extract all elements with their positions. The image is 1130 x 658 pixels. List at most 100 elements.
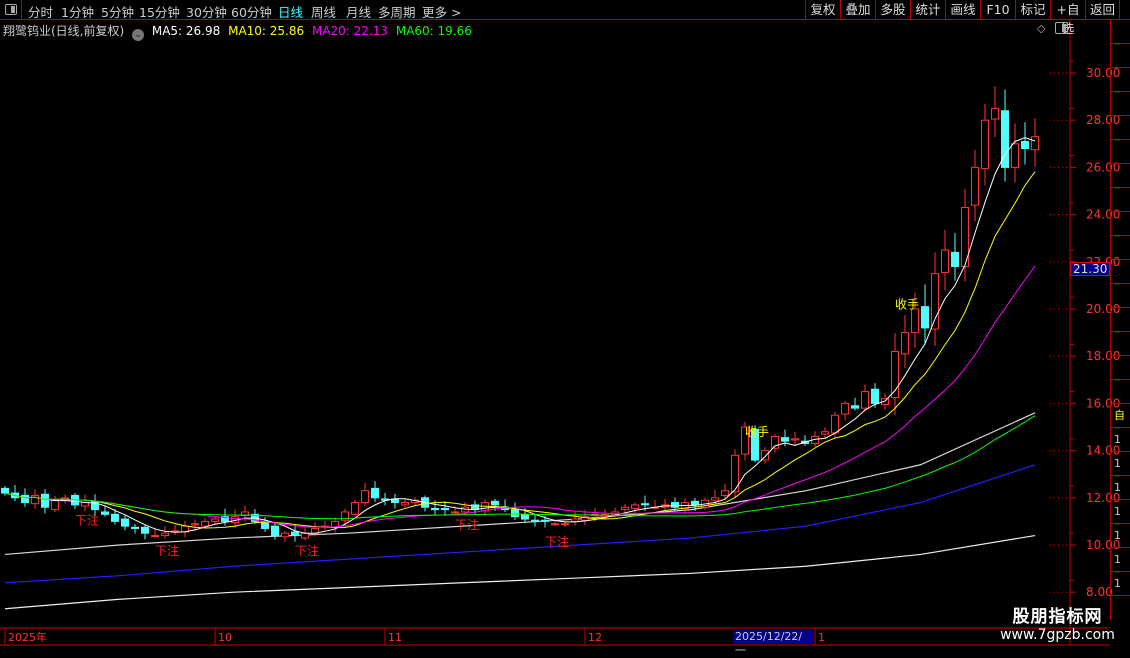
side-tab[interactable]: [1111, 44, 1130, 68]
side-tab[interactable]: [1111, 380, 1130, 404]
side-tab[interactable]: [1111, 116, 1130, 140]
candle-body: [941, 249, 949, 273]
chart-info-bar: 翔鹭钨业(日线,前复权) ⌄ MA5: 26.98 MA10: 25.86 MA…: [3, 22, 476, 41]
candle-body: [791, 438, 799, 441]
candle-body: [861, 391, 869, 409]
side-tab[interactable]: [1111, 164, 1130, 188]
period-tab-4[interactable]: 30分钟: [186, 2, 227, 21]
x-tick-label: 10: [218, 631, 232, 644]
period-tab-3[interactable]: 15分钟: [139, 2, 180, 21]
x-tick-label: 11: [388, 631, 402, 644]
side-tab[interactable]: [1111, 236, 1130, 260]
toolbar-button-0[interactable]: 复权: [805, 0, 840, 20]
side-tab[interactable]: [1111, 260, 1130, 284]
candle-body: [851, 405, 859, 409]
buy-signal-label: 下注: [455, 517, 479, 532]
candle-body: [831, 414, 839, 434]
candle-body: [911, 308, 919, 334]
side-item[interactable]: 1: [1111, 500, 1130, 524]
candle-body: [361, 490, 369, 504]
side-item[interactable]: 1: [1111, 476, 1130, 500]
chevron-down-icon[interactable]: ⌄: [132, 29, 145, 41]
toolbar-button-7[interactable]: +自选: [1050, 0, 1085, 36]
current-price-tag: 21.30: [1070, 262, 1110, 276]
candle-body: [1, 487, 9, 494]
top-toolbar: 分时 1分钟 5分钟 15分钟 30分钟 60分钟 日线 周线 月线 多周期 更多 > 复权 叠加 多股统…: [0, 0, 1130, 36]
candle-body: [191, 523, 199, 526]
candle-body: [1011, 143, 1019, 168]
candle-body: [31, 494, 39, 505]
candle-body: [351, 502, 359, 515]
candle-body: [821, 431, 829, 435]
candle-body: [21, 494, 29, 504]
candle-body: [951, 251, 959, 268]
candle-body: [51, 499, 59, 511]
diamond-icon[interactable]: ◇: [1037, 22, 1045, 35]
candle-body: [901, 332, 909, 355]
ma10-value: MA10: 25.86: [228, 24, 305, 38]
candle-body: [291, 531, 299, 537]
period-tab-9[interactable]: 多周期: [378, 2, 416, 21]
period-tab-10[interactable]: 更多 >: [422, 2, 461, 21]
x-tick-label: 12: [588, 631, 602, 644]
candle-body: [301, 532, 309, 539]
sell-signal-label: 收手: [895, 298, 919, 312]
x-tick-label: 1: [818, 631, 825, 644]
side-item[interactable]: 1: [1111, 452, 1130, 476]
candle-body: [871, 388, 879, 404]
period-tab-0[interactable]: 分时: [28, 2, 53, 21]
candle-body: [1031, 136, 1039, 151]
side-item[interactable]: 1: [1111, 524, 1130, 548]
side-item[interactable]: 1: [1111, 428, 1130, 452]
candle-body: [41, 493, 49, 508]
toolbar-button-8[interactable]: 返回: [1085, 0, 1120, 20]
toolbar-button-6[interactable]: 标记: [1015, 0, 1050, 20]
sidebar-toggle-button[interactable]: [0, 0, 22, 20]
toolbar-button-5[interactable]: F10: [980, 0, 1015, 20]
buy-signal-label: 下注: [295, 543, 319, 558]
side-tab[interactable]: [1111, 68, 1130, 92]
candle-body: [511, 509, 519, 518]
side-tab[interactable]: [1111, 20, 1130, 44]
panel-icon: [5, 4, 17, 15]
candle-body: [631, 504, 639, 509]
toolbar-button-1[interactable]: 叠加: [840, 0, 875, 20]
candle-body: [561, 523, 569, 526]
stock-title: 翔鹭钨业(日线,前复权): [3, 24, 125, 38]
side-item[interactable]: 1: [1111, 548, 1130, 572]
period-tab-2[interactable]: 5分钟: [101, 2, 134, 21]
toolbar-button-3[interactable]: 统计: [910, 0, 945, 20]
candle-body: [401, 502, 409, 506]
side-item[interactable]: 自: [1111, 404, 1130, 428]
side-tab[interactable]: [1111, 332, 1130, 356]
candle-body: [841, 402, 849, 415]
period-tab-5[interactable]: 60分钟: [231, 2, 272, 21]
candle-body: [371, 487, 379, 499]
period-tab-8[interactable]: 月线: [346, 2, 371, 21]
candle-body: [121, 518, 129, 527]
period-tab-1[interactable]: 1分钟: [61, 2, 94, 21]
ma20-value: MA20: 22.13: [311, 24, 389, 38]
candle-body: [971, 166, 979, 206]
side-tab[interactable]: [1111, 92, 1130, 116]
side-tab[interactable]: [1111, 356, 1130, 380]
side-tab[interactable]: [1111, 188, 1130, 212]
side-tab[interactable]: [1111, 212, 1130, 236]
watermark-title: 股朋指标网: [1012, 607, 1103, 627]
side-tab[interactable]: [1111, 140, 1130, 164]
ma-line-ma60: [4, 415, 1036, 520]
period-tab-7[interactable]: 周线: [311, 2, 336, 21]
watermark: 股朋指标网 www.7gpzb.com: [985, 602, 1130, 643]
toolbar-button-2[interactable]: 多股: [875, 0, 910, 20]
x-tick-label: 2025年: [8, 630, 47, 644]
panel-toggle-icon[interactable]: [1055, 22, 1068, 34]
side-tab[interactable]: [1111, 284, 1130, 308]
toolbar-button-4[interactable]: 画线: [945, 0, 980, 20]
candle-body: [141, 526, 149, 534]
candle-body: [711, 497, 719, 501]
side-tab[interactable]: [1111, 308, 1130, 332]
period-tab-6[interactable]: 日线: [278, 2, 303, 21]
side-item[interactable]: 1: [1111, 572, 1130, 596]
kline-chart[interactable]: 8.0010.0012.0014.0016.0018.0020.0022.002…: [0, 0, 1130, 650]
candle-body: [691, 500, 699, 506]
